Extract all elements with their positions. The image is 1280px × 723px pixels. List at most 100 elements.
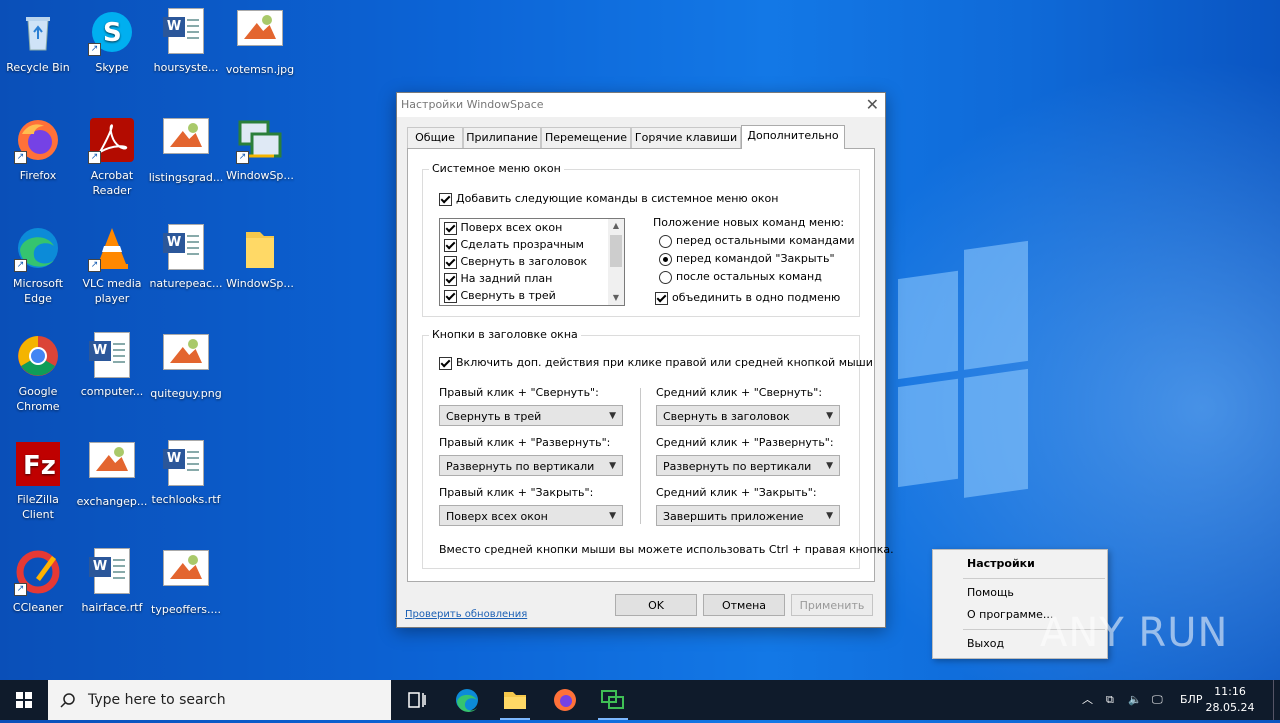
radio-label: после остальных команд xyxy=(676,270,822,283)
show-desktop-button[interactable] xyxy=(1273,680,1280,720)
desktop-icon-label: WindowSp... xyxy=(226,277,294,290)
merge-submenu-checkbox[interactable]: объединить в одно подменю xyxy=(655,291,840,305)
desktop-icon-hairface[interactable]: W hairface.rtf xyxy=(74,542,150,615)
show-hidden-icons-button[interactable]: ︿ xyxy=(1082,680,1098,720)
right-min-select[interactable]: Свернуть в трей ▼ xyxy=(439,405,623,426)
tab-moving[interactable]: Перемещение xyxy=(541,127,631,148)
desktop-icon-label: VLC media player xyxy=(82,277,142,305)
menu-item-settings[interactable]: Настройки xyxy=(967,557,1035,570)
mid-close-label: Средний клик + "Закрыть": xyxy=(656,486,817,499)
desktop-icon-acrobat[interactable]: ↗ Acrobat Reader xyxy=(74,110,150,198)
clock-date: 28.05.24 xyxy=(1205,701,1255,714)
mid-close-select[interactable]: Завершить приложение ▼ xyxy=(656,505,840,526)
taskbar-windowspace[interactable] xyxy=(590,680,636,720)
add-commands-checkbox[interactable]: Добавить следующие команды в системное м… xyxy=(439,192,778,206)
network-device-icon[interactable]: ⧉ xyxy=(1106,680,1124,720)
task-view-button[interactable] xyxy=(394,680,440,720)
desktop-icon-quiteguy[interactable]: quiteguy.png xyxy=(148,326,224,401)
image-file-icon xyxy=(162,550,210,598)
mid-max-select[interactable]: Развернуть по вертикали ▼ xyxy=(656,455,840,476)
desktop-icon-techlooks[interactable]: W techlooks.rtf xyxy=(148,434,224,507)
desktop-icon-firefox[interactable]: ↗ Firefox xyxy=(0,110,76,183)
desktop-icon-hoursyste[interactable]: W hoursyste... xyxy=(148,2,224,75)
tab-advanced[interactable]: Дополнительно xyxy=(741,125,845,149)
tab-snapping[interactable]: Прилипание xyxy=(463,127,541,148)
right-max-select[interactable]: Развернуть по вертикали ▼ xyxy=(439,455,623,476)
desktop-icon-label: FileZilla Client xyxy=(17,493,59,521)
desktop-icon-label: WindowSp... xyxy=(226,169,294,182)
menu-item-exit[interactable]: Выход xyxy=(967,637,1004,650)
right-min-label: Правый клик + "Свернуть": xyxy=(439,386,599,399)
list-item[interactable]: Свернуть в трей xyxy=(440,287,624,304)
desktop-icon-label: hairface.rtf xyxy=(81,601,143,614)
network-icon[interactable]: 🖵 xyxy=(1152,680,1172,720)
right-close-select[interactable]: Поверх всех окон ▼ xyxy=(439,505,623,526)
list-item[interactable]: На задний план xyxy=(440,270,624,287)
dialog-titlebar[interactable]: Настройки WindowSpace ✕ xyxy=(397,93,885,117)
desktop-icon-recycle-bin[interactable]: Recycle Bin xyxy=(0,2,76,75)
taskbar-clock[interactable]: 11:16 28.05.24 xyxy=(1202,684,1258,716)
checkbox-checked xyxy=(444,255,457,269)
start-button[interactable] xyxy=(0,680,48,720)
select-value: Свернуть в заголовок xyxy=(663,410,790,423)
folder-icon xyxy=(504,692,526,709)
desktop-icon-windowspace-app[interactable]: ↗ WindowSp... xyxy=(222,110,298,183)
windowspace-app-icon xyxy=(601,690,624,709)
mid-min-select[interactable]: Свернуть в заголовок ▼ xyxy=(656,405,840,426)
taskbar-edge[interactable] xyxy=(444,680,490,720)
tab-general[interactable]: Общие xyxy=(407,127,463,148)
desktop-icon-typeoffers[interactable]: typeoffers.... xyxy=(148,542,224,617)
desktop-icon-windowspace-folder[interactable]: WindowSp... xyxy=(222,218,298,291)
desktop-icon-filezilla[interactable]: Fz FileZilla Client xyxy=(0,434,76,522)
desktop-icon-votemsn[interactable]: votemsn.jpg xyxy=(222,2,298,77)
taskbar-firefox[interactable] xyxy=(542,680,588,720)
radio-before-close[interactable]: перед командой "Закрыть" xyxy=(659,252,835,266)
tab-hotkeys[interactable]: Горячие клавиши xyxy=(631,127,741,148)
desktop-icon-computer-doc[interactable]: W computer... xyxy=(74,326,150,399)
desktop-icon-vlc[interactable]: ↗ VLC media player xyxy=(74,218,150,306)
anyrun-watermark: ANY RUN xyxy=(1040,610,1229,656)
list-item[interactable]: Сделать прозрачным xyxy=(440,236,624,253)
listbox-scrollbar[interactable]: ▲ ▼ xyxy=(608,219,624,305)
select-value: Поверх всех окон xyxy=(446,510,548,523)
radio-before-all[interactable]: перед остальными командами xyxy=(659,234,854,248)
radio-unselected xyxy=(659,234,672,248)
list-item-label: Свернуть в заголовок xyxy=(460,255,588,268)
commands-listbox[interactable]: Поверх всех окон Сделать прозрачным Свер… xyxy=(439,218,625,306)
taskbar-search-box[interactable]: Type here to search xyxy=(48,680,391,720)
desktop-icon-exchangep[interactable]: exchangep... xyxy=(74,434,150,509)
chevron-down-icon: ▼ xyxy=(609,511,616,521)
desktop-icon-chrome[interactable]: Google Chrome xyxy=(0,326,76,414)
menu-item-help[interactable]: Помощь xyxy=(967,586,1014,599)
desktop-icon-skype[interactable]: S ↗ Skype xyxy=(74,2,150,75)
language-indicator[interactable]: БЛР xyxy=(1180,680,1204,720)
cancel-button[interactable]: Отмена xyxy=(703,594,785,616)
desktop-icon-ccleaner[interactable]: ↗ CCleaner xyxy=(0,542,76,615)
volume-icon[interactable]: 🔈 xyxy=(1128,680,1146,720)
list-item[interactable]: Поверх всех окон xyxy=(440,219,624,236)
scrollbar-thumb[interactable] xyxy=(610,235,622,267)
word-document-icon: W xyxy=(162,224,210,272)
ok-button[interactable]: OK xyxy=(615,594,697,616)
apply-button[interactable]: Применить xyxy=(791,594,873,616)
chevron-down-icon: ▼ xyxy=(826,511,833,521)
close-icon[interactable]: ✕ xyxy=(866,95,879,114)
scroll-up-icon[interactable]: ▲ xyxy=(608,219,624,233)
check-updates-link[interactable]: Проверить обновления xyxy=(405,609,527,620)
desktop-icon-naturepeac[interactable]: W naturepeac... xyxy=(148,218,224,291)
acrobat-reader-icon: ↗ xyxy=(88,116,136,164)
enable-extra-actions-checkbox[interactable]: Включить доп. действия при клике правой … xyxy=(439,356,873,370)
list-item[interactable]: Свернуть в заголовок xyxy=(440,253,624,270)
dialog-title: Настройки WindowSpace xyxy=(401,98,544,111)
taskbar: Type here to search ︿ ⧉ 🔈 🖵 БЛР 11:16 28… xyxy=(0,680,1280,720)
checkbox-label: Включить доп. действия при клике правой … xyxy=(456,356,873,369)
taskbar-file-explorer[interactable] xyxy=(492,680,538,720)
desktop-icon-listingsgrad[interactable]: listingsgrad... xyxy=(148,110,224,185)
radio-after-all[interactable]: после остальных команд xyxy=(659,270,822,284)
svg-text:Fz: Fz xyxy=(23,451,56,481)
group-label: Кнопки в заголовке окна xyxy=(429,328,581,341)
chevron-down-icon: ▼ xyxy=(609,411,616,421)
filezilla-icon: Fz xyxy=(14,440,62,488)
scroll-down-icon[interactable]: ▼ xyxy=(608,291,624,305)
desktop-icon-edge[interactable]: ↗ Microsoft Edge xyxy=(0,218,76,306)
